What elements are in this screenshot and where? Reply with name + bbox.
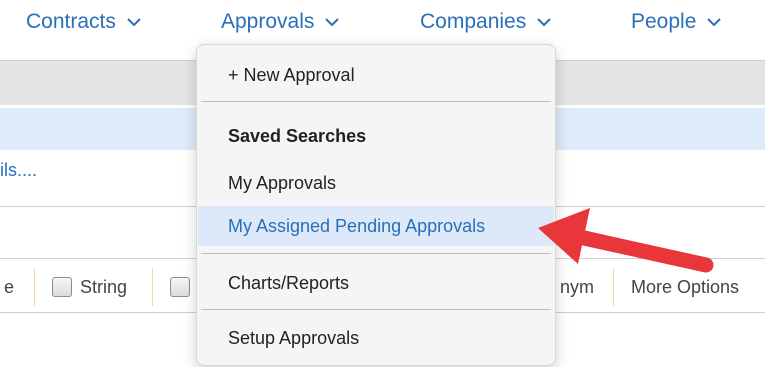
options-fragment-left-text: e bbox=[4, 276, 15, 297]
chevron-down-icon bbox=[707, 18, 722, 27]
chevron-down-icon bbox=[325, 18, 340, 27]
menu-divider bbox=[201, 309, 551, 310]
menu-item-my-assigned-pending-approvals[interactable]: My Assigned Pending Approvals bbox=[198, 206, 554, 246]
nav-people[interactable]: People bbox=[631, 8, 722, 36]
options-fragment-nym: nym bbox=[560, 264, 594, 310]
nav-companies[interactable]: Companies bbox=[420, 8, 552, 36]
more-options-label: More Options bbox=[631, 276, 740, 297]
approvals-dropdown-menu: + New Approval Saved Searches My Approva… bbox=[196, 44, 556, 366]
menu-item-new-approval[interactable]: + New Approval bbox=[198, 55, 554, 95]
menu-divider bbox=[201, 101, 551, 102]
menu-item-charts-reports[interactable]: Charts/Reports bbox=[198, 263, 554, 303]
options-fragment-left: e bbox=[4, 264, 14, 310]
menu-divider bbox=[201, 253, 551, 254]
nav-contracts[interactable]: Contracts bbox=[26, 8, 142, 36]
nav-people-label: People bbox=[631, 10, 697, 33]
checkbox-icon[interactable] bbox=[52, 277, 72, 297]
string-option[interactable]: String bbox=[52, 264, 127, 310]
chevron-down-icon bbox=[537, 18, 551, 27]
column-separator bbox=[152, 268, 153, 306]
menu-heading-saved-searches: Saved Searches bbox=[228, 125, 367, 146]
nav-approvals[interactable]: Approvals bbox=[221, 8, 340, 36]
top-navigation: Contracts Approvals Companies People bbox=[0, 0, 765, 48]
menu-item-setup-approvals[interactable]: Setup Approvals bbox=[198, 318, 554, 358]
nav-approvals-label: Approvals bbox=[221, 10, 315, 33]
nav-companies-label: Companies bbox=[420, 10, 527, 33]
chevron-down-icon bbox=[127, 18, 141, 27]
nav-contracts-label: Contracts bbox=[26, 10, 116, 33]
hidden-option[interactable] bbox=[170, 264, 198, 310]
column-separator bbox=[34, 268, 35, 306]
more-options-link[interactable]: More Options bbox=[631, 264, 739, 310]
string-option-label: String bbox=[80, 276, 128, 297]
options-fragment-nym-text: nym bbox=[560, 276, 595, 297]
details-link[interactable]: ils.... bbox=[0, 160, 37, 181]
checkbox-icon[interactable] bbox=[170, 277, 190, 297]
column-separator bbox=[613, 268, 614, 306]
menu-item-my-approvals[interactable]: My Approvals bbox=[198, 163, 554, 203]
